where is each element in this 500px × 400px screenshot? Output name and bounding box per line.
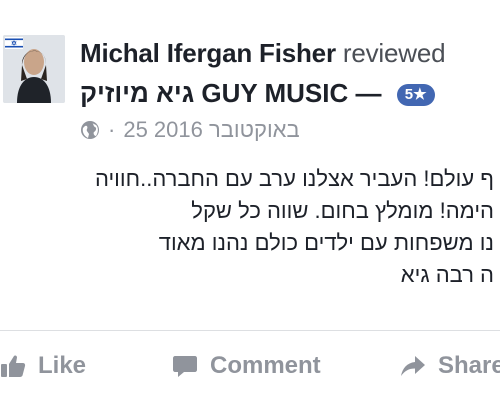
like-label: Like (38, 352, 87, 379)
post-date[interactable]: 25 באוקטובר 2016 (123, 117, 299, 143)
thumbs-up-icon (1, 355, 26, 377)
review-verb: reviewed (342, 38, 446, 68)
share-label: Share (438, 352, 500, 379)
review-line: ה רבה גיא (400, 262, 494, 287)
review-line: הימה! מומלץ בחום. שווה כל שקל (191, 198, 494, 223)
author-name-link[interactable]: Michal Ifergan Fisher (80, 38, 336, 68)
review-line: נו משפחות עם ילדים כולם נהנו מאוד (158, 230, 494, 255)
post-header: Michal Ifergan Fisher reviewed (80, 36, 500, 70)
globe-icon[interactable] (80, 120, 100, 140)
comment-button[interactable]: Comment (172, 340, 321, 392)
israel-flag-icon (5, 37, 23, 49)
action-divider (0, 330, 500, 331)
rating-badge[interactable]: 5★ (396, 84, 435, 107)
share-button[interactable]: Share (400, 340, 500, 392)
post-meta: · 25 באוקטובר 2016 (80, 116, 300, 144)
action-bar: Like Comment Share (0, 340, 500, 392)
reviewed-page-line: גיא מיוזיק GUY MUSIC — 5★ (80, 76, 500, 110)
page-name-link[interactable]: גיא מיוזיק GUY MUSIC (80, 78, 348, 108)
meta-dot: · (108, 117, 116, 142)
speech-bubble-icon (173, 356, 197, 377)
review-text: ף עולם! העביר אצלנו ערב עם החברה..חוויה … (24, 163, 494, 291)
comment-label: Comment (210, 352, 321, 379)
share-arrow-icon (401, 356, 425, 376)
like-button[interactable]: Like (0, 340, 86, 392)
author-avatar[interactable] (3, 35, 65, 103)
separator: — (355, 78, 382, 108)
review-line: ף עולם! העביר אצלנו ערב עם החברה..חוויה (94, 166, 494, 191)
